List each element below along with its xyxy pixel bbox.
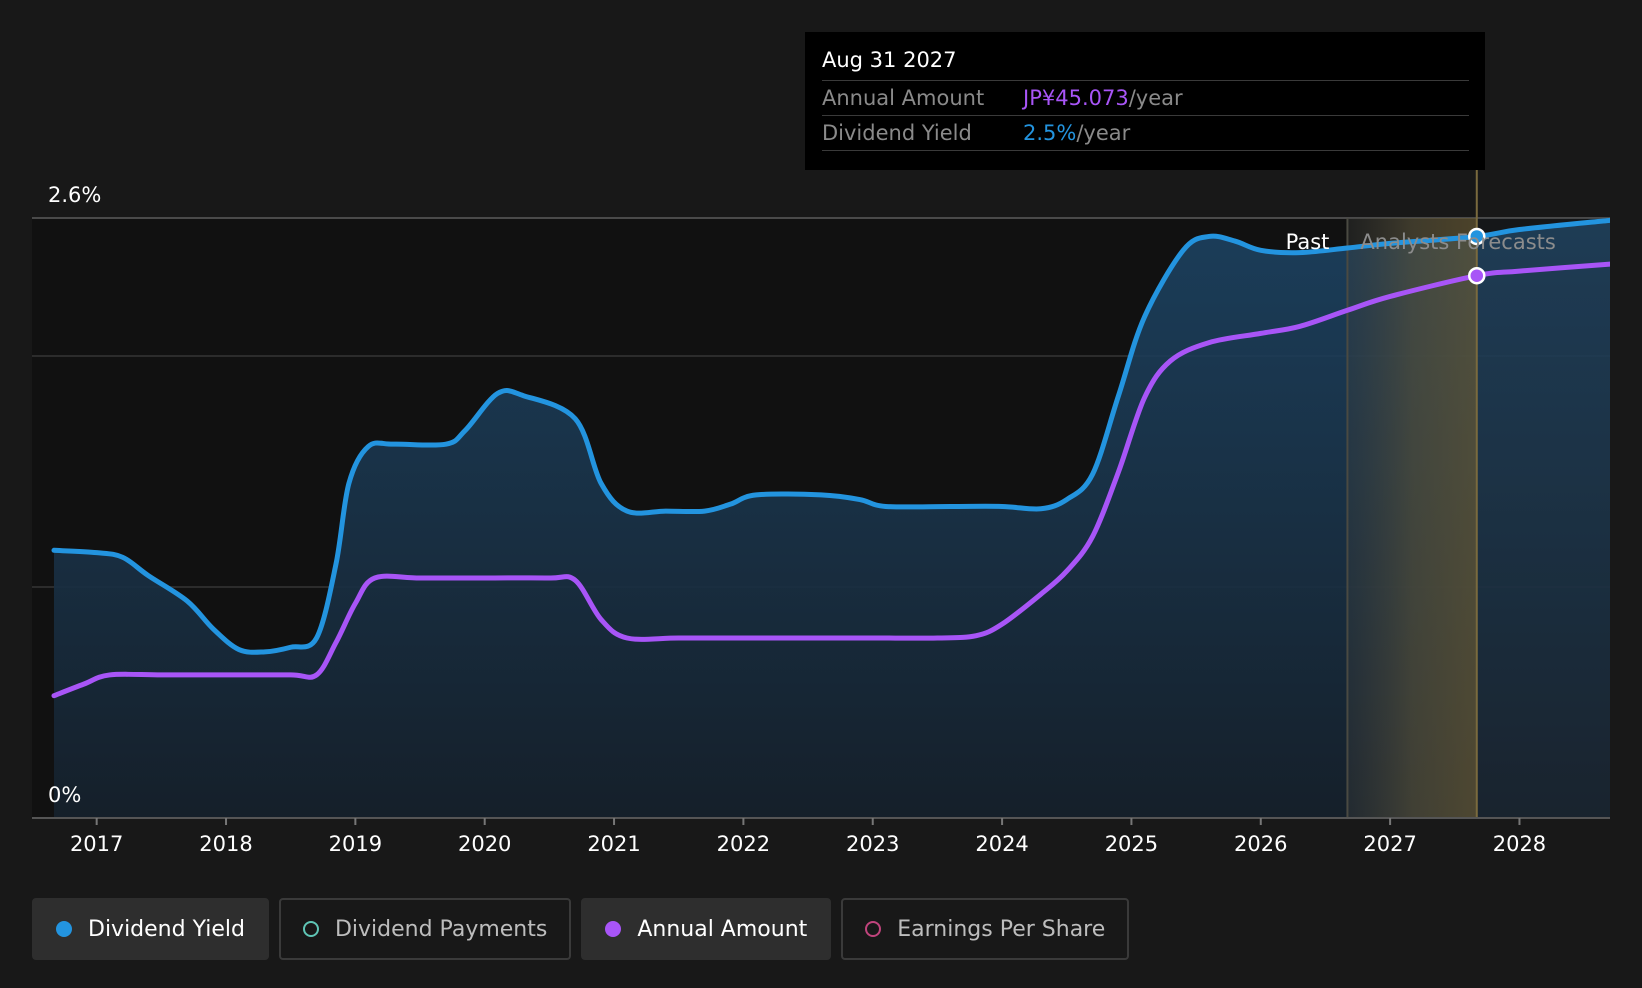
legend-earnings-per-share-button[interactable]: Earnings Per Share [841, 898, 1130, 960]
x-tick-label: 2027 [1363, 832, 1416, 856]
tooltip-value: JP¥45.073 [1023, 86, 1129, 110]
legend-dividend-payments-button[interactable]: Dividend Payments [278, 898, 572, 960]
x-tick-label: 2021 [587, 832, 640, 856]
past-label: Past [1286, 230, 1330, 254]
y-tick-label: 2.6% [48, 183, 101, 207]
legend-label: Dividend Payments [334, 916, 548, 942]
x-tick-label: 2018 [199, 832, 252, 856]
legend-label: Dividend Yield [88, 916, 245, 942]
legend-dot-icon [605, 921, 622, 937]
x-tick-label: 2023 [846, 832, 899, 856]
x-tick-label: 2017 [70, 832, 123, 856]
tooltip-label: Annual Amount [822, 86, 985, 110]
x-tick-label: 2024 [975, 832, 1028, 856]
tooltip-value: 2.5% [1023, 121, 1077, 145]
hover-band [1347, 218, 1477, 818]
legend-label: Annual Amount [637, 916, 808, 942]
legend-dot-icon [56, 921, 72, 937]
legend-annual-amount-button[interactable]: Annual Amount [581, 898, 832, 960]
legend-dot-icon [865, 921, 882, 937]
legend-label: Earnings Per Share [897, 916, 1106, 942]
y-tick-label: 0% [48, 783, 81, 807]
tooltip-label: Dividend Yield [822, 121, 972, 145]
x-tick-label: 2019 [329, 832, 382, 856]
tooltip-row-dividend-yield: Dividend Yield 2.5% /year [822, 116, 1469, 151]
x-tick-label: 2028 [1493, 832, 1546, 856]
legend-dot-icon [302, 921, 319, 937]
legend-dividend-yield-button[interactable]: Dividend Yield [32, 898, 269, 960]
tooltip-date: Aug 31 2027 [822, 46, 1469, 81]
x-tick-label: 2025 [1105, 832, 1158, 856]
x-tick-label: 2020 [458, 832, 511, 856]
series-marker [1468, 266, 1486, 285]
legend: Dividend Yield Dividend Payments Annual … [32, 898, 1130, 960]
hover-tooltip: Aug 31 2027 Annual Amount JP¥45.073 /yea… [805, 32, 1485, 170]
x-tick-label: 2026 [1234, 832, 1287, 856]
forecast-label: Analysts Forecasts [1360, 230, 1555, 254]
tooltip-row-annual-amount: Annual Amount JP¥45.073 /year [822, 81, 1469, 116]
x-tick-label: 2022 [717, 832, 770, 856]
tooltip-unit: /year [1076, 121, 1131, 145]
tooltip-unit: /year [1128, 86, 1183, 110]
